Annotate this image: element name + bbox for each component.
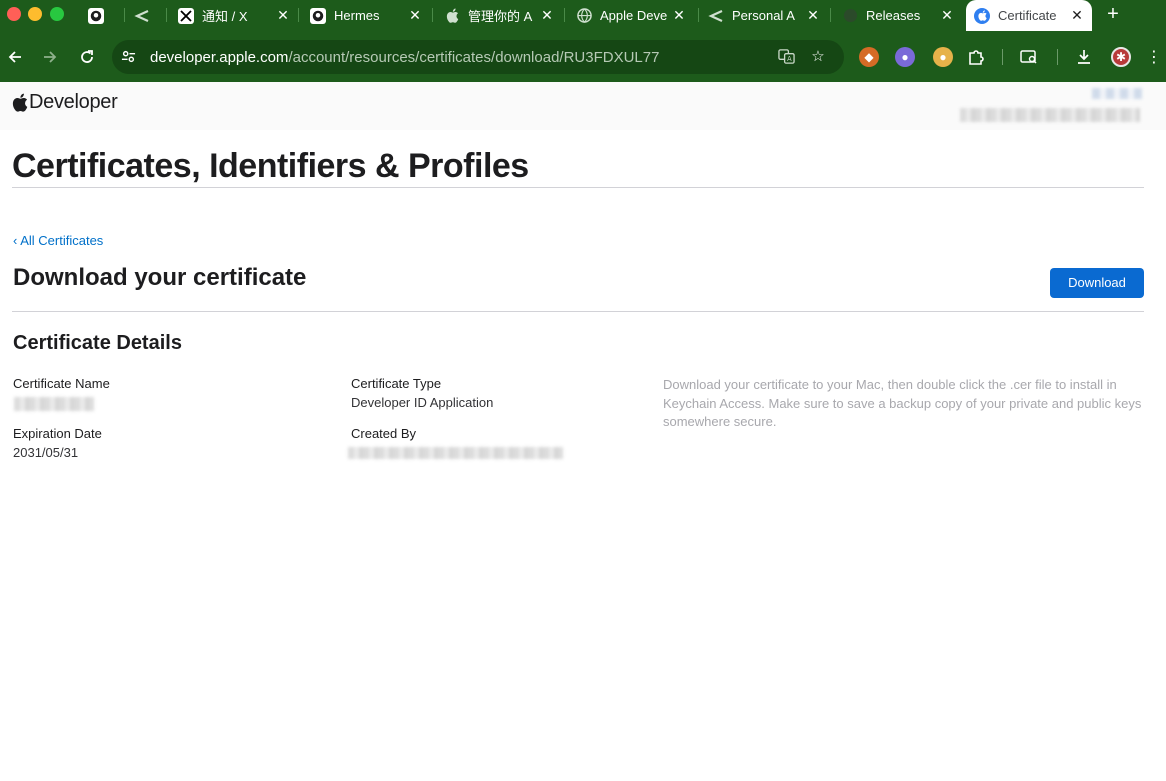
- translate-icon[interactable]: A: [777, 48, 795, 66]
- tab-title: 通知 / X: [202, 9, 248, 24]
- browser-tab[interactable]: Personal A ✕: [708, 0, 820, 31]
- github-icon: [310, 7, 326, 24]
- menu-kebab-icon[interactable]: ⋮: [1146, 47, 1162, 67]
- account-name-redacted[interactable]: [960, 108, 1140, 122]
- browser-tab-active[interactable]: Certificate ✕: [966, 0, 1092, 31]
- download-button[interactable]: Download: [1050, 268, 1144, 298]
- tab-title: Releases: [866, 8, 921, 23]
- browser-tab[interactable]: 管理你的 A ✕: [444, 0, 554, 31]
- install-hint-text: Download your certificate to your Mac, t…: [663, 377, 1142, 429]
- all-certificates-link[interactable]: ‹ All Certificates: [13, 233, 103, 248]
- profile-avatar[interactable]: ✱: [1111, 47, 1131, 67]
- site-settings-icon[interactable]: [120, 49, 136, 65]
- section-heading: Download your certificate: [13, 264, 307, 291]
- close-icon[interactable]: ✕: [672, 7, 686, 24]
- layer-icon: [708, 8, 724, 24]
- new-tab-button[interactable]: +: [1103, 4, 1123, 24]
- close-icon[interactable]: ✕: [276, 7, 290, 24]
- created-by-label: Created By: [351, 426, 417, 441]
- fox-extension-icon[interactable]: ◆: [859, 47, 879, 67]
- github-icon: [88, 7, 104, 24]
- details-title: Certificate Details: [13, 332, 182, 354]
- close-icon[interactable]: ✕: [940, 7, 954, 24]
- window-zoom-button[interactable]: [50, 7, 64, 21]
- cert-type-value: Developer ID Application: [351, 395, 494, 410]
- layer-icon: [134, 8, 150, 24]
- window-minimize-button[interactable]: [28, 7, 42, 21]
- tab-search-icon[interactable]: [1019, 47, 1039, 67]
- downloads-icon[interactable]: [1074, 47, 1094, 67]
- url-host: developer.apple.com: [150, 49, 289, 66]
- developer-header: Developer: [0, 82, 1166, 130]
- browser-tab-bar: 通知 / X ✕ Hermes ✕ 管理你的 A ✕ Apple Deve ✕ …: [0, 0, 1166, 31]
- cert-type-label: Certificate Type: [351, 376, 442, 391]
- browser-tab[interactable]: 通知 / X ✕: [178, 0, 290, 31]
- title-divider: [12, 187, 1144, 188]
- github-icon: [842, 8, 858, 24]
- globe-icon: [576, 8, 592, 24]
- url-text[interactable]: developer.apple.com/account/resources/ce…: [150, 49, 659, 66]
- browser-tab[interactable]: Releases ✕: [842, 0, 954, 31]
- page-title: Certificates, Identifiers & Profiles: [12, 147, 529, 185]
- apple-icon: [444, 8, 460, 24]
- tab-title: 管理你的 A: [468, 9, 533, 24]
- browser-toolbar: developer.apple.com/account/resources/ce…: [0, 31, 1166, 82]
- created-by-value-redacted: [348, 447, 563, 459]
- tab-title: Certificate: [998, 8, 1057, 23]
- ghost-extension-icon[interactable]: ●: [895, 47, 915, 67]
- developer-logo[interactable]: Developer: [12, 91, 118, 114]
- back-icon[interactable]: [3, 45, 27, 69]
- close-icon[interactable]: ✕: [806, 7, 820, 24]
- window-close-button[interactable]: [7, 7, 21, 21]
- tab-title: Apple Deve: [600, 8, 668, 23]
- apple-logo-icon: [12, 93, 28, 112]
- close-icon[interactable]: ✕: [540, 7, 554, 24]
- tab-title: Personal A: [732, 8, 795, 23]
- section-divider: [12, 311, 1144, 312]
- address-bar[interactable]: developer.apple.com/account/resources/ce…: [112, 40, 844, 74]
- expiration-value: 2031/05/31: [13, 445, 79, 460]
- browser-tab[interactable]: [88, 0, 120, 31]
- logo-text: Developer: [29, 91, 118, 113]
- tab-title: Hermes: [334, 8, 380, 23]
- browser-tab[interactable]: Apple Deve ✕: [576, 0, 686, 31]
- svg-text:A: A: [787, 55, 792, 63]
- account-team-redacted[interactable]: [1092, 88, 1142, 99]
- x-icon: [178, 7, 194, 24]
- cert-name-value-redacted: [14, 397, 94, 411]
- browser-tab[interactable]: Hermes ✕: [310, 0, 422, 31]
- reload-icon[interactable]: [75, 45, 99, 69]
- url-path: /account/resources/certificates/download…: [288, 49, 660, 66]
- forward-icon[interactable]: [38, 45, 62, 69]
- apple-icon: [974, 7, 990, 24]
- close-icon[interactable]: ✕: [408, 7, 422, 24]
- close-icon[interactable]: ✕: [1070, 7, 1084, 24]
- bookmark-star-icon[interactable]: ☆: [809, 48, 827, 66]
- cookie-extension-icon[interactable]: ●: [933, 47, 953, 67]
- extensions-puzzle-icon[interactable]: [966, 47, 986, 67]
- cert-name-label: Certificate Name: [13, 376, 110, 391]
- expiration-label: Expiration Date: [13, 426, 102, 441]
- browser-tab[interactable]: [134, 0, 166, 31]
